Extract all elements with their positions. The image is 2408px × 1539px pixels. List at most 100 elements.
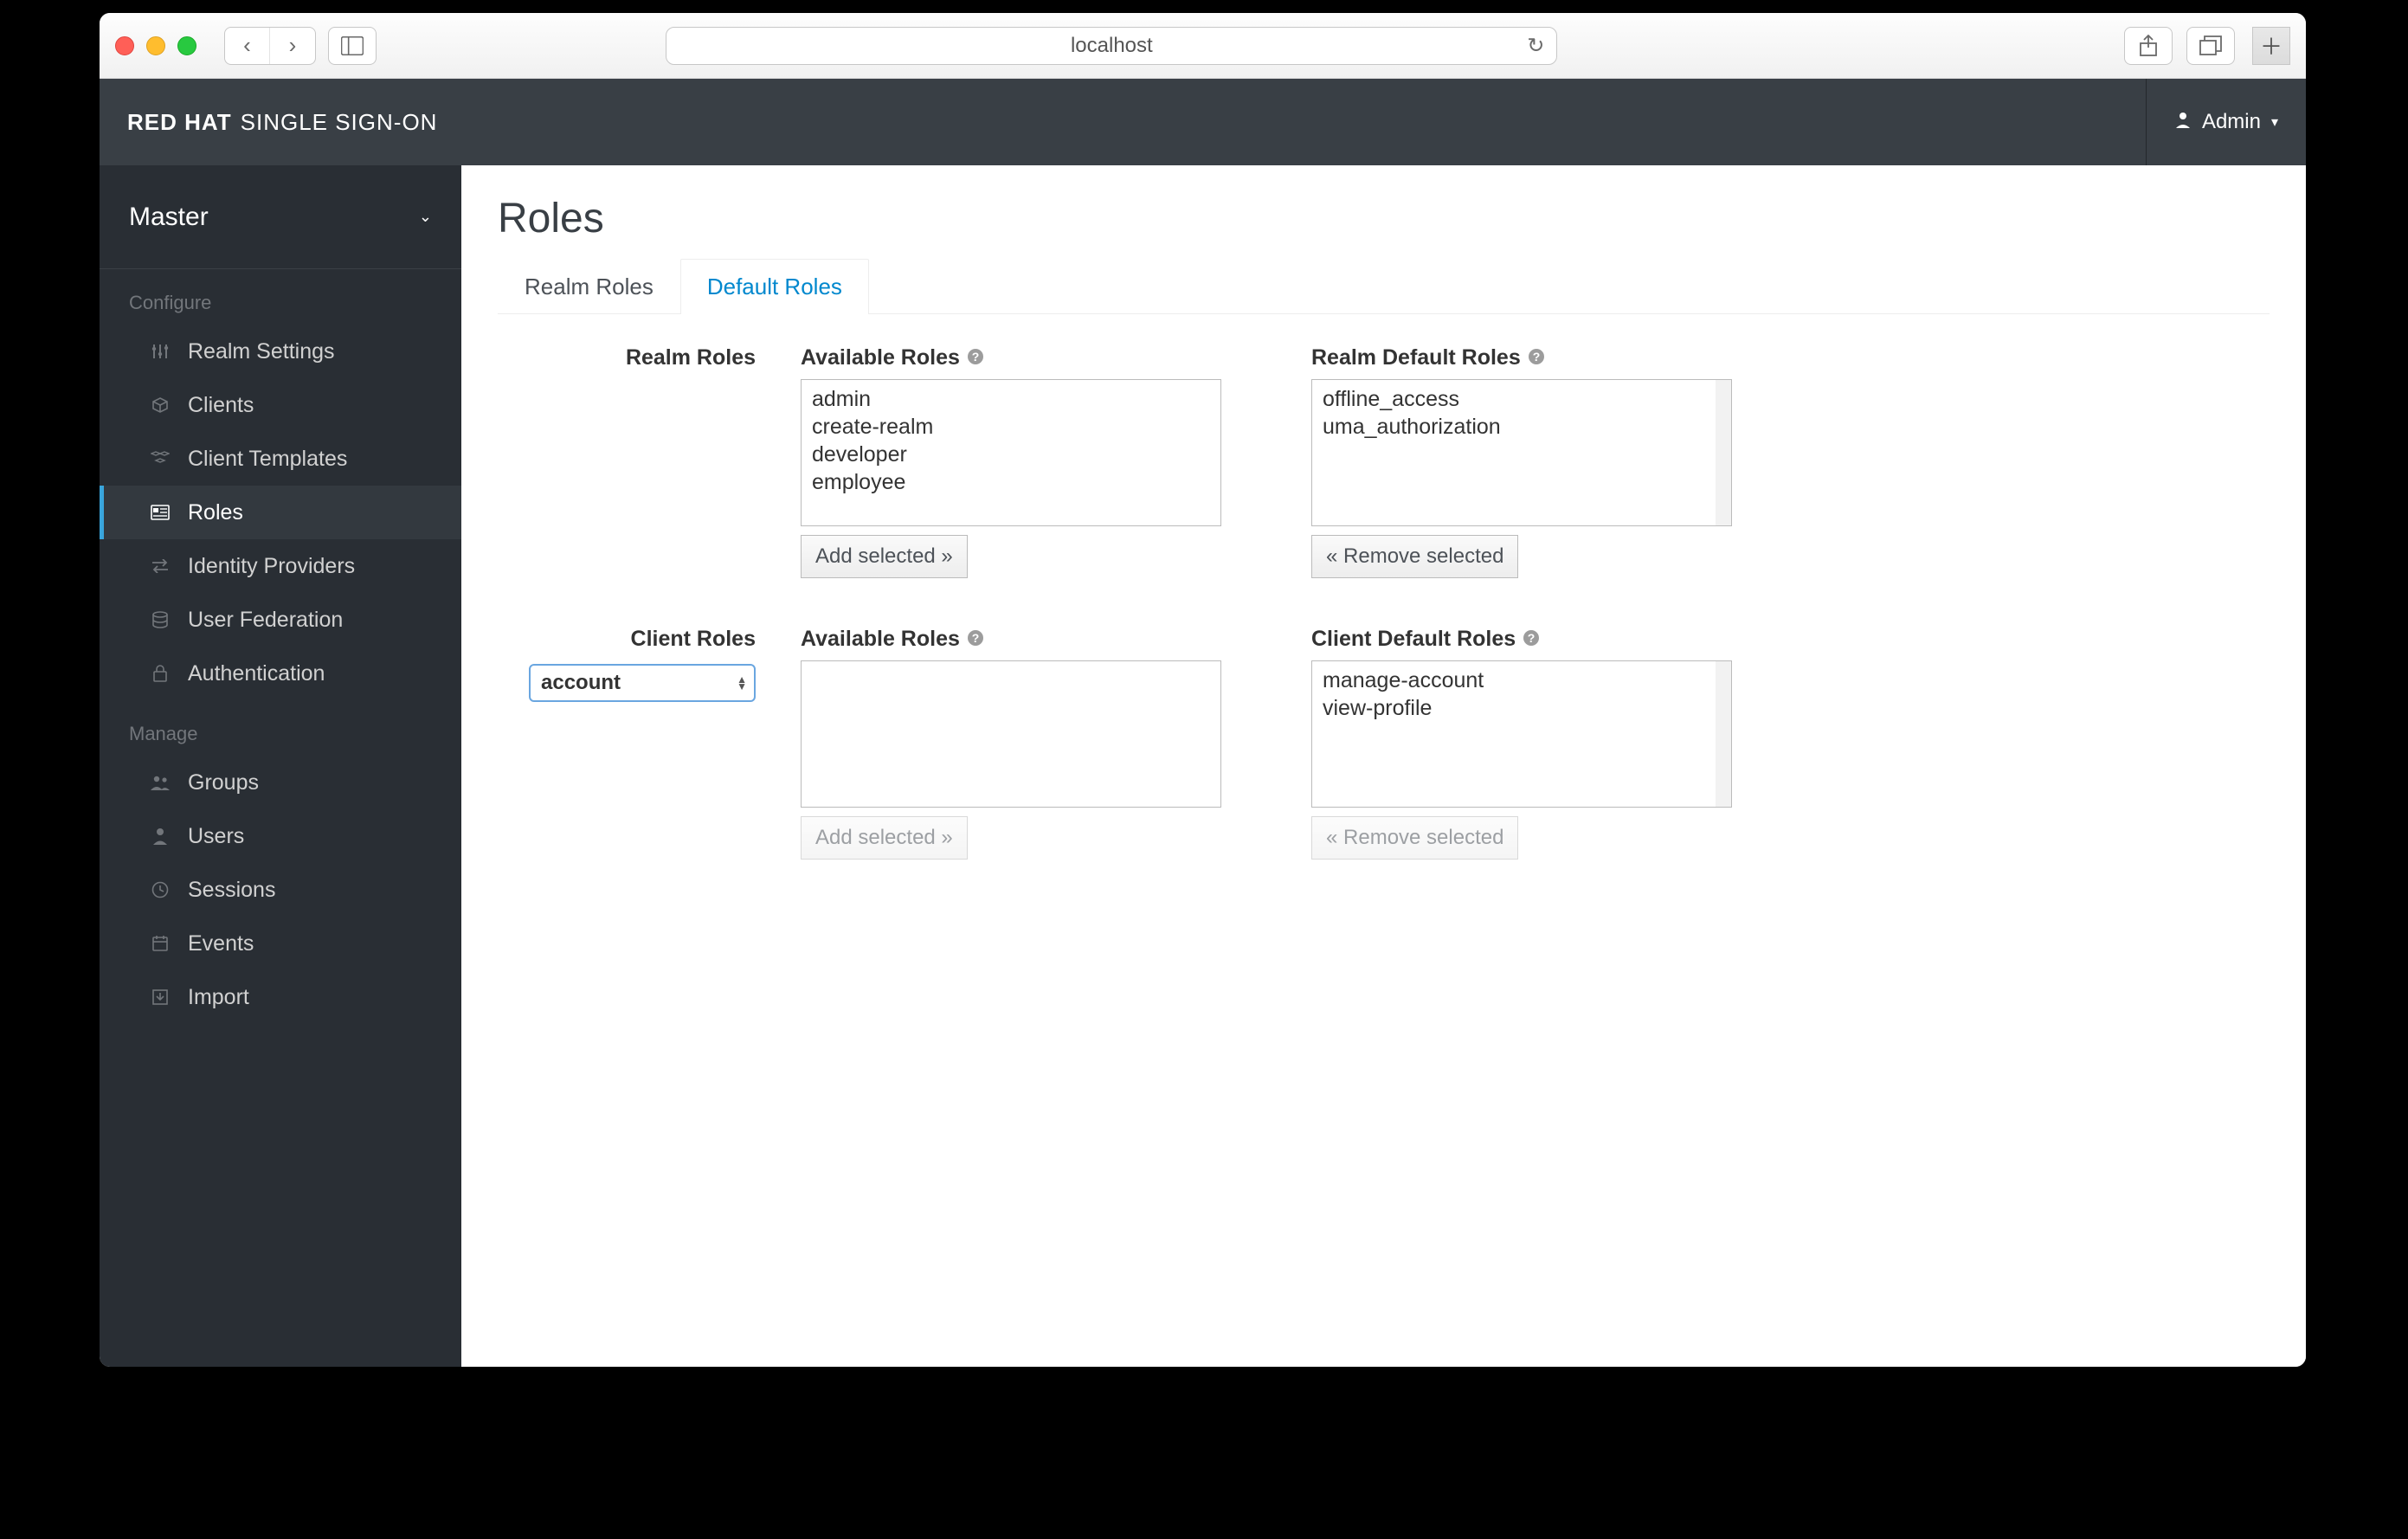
sidebar-item-user-federation[interactable]: User Federation <box>100 593 461 647</box>
section-label-manage: Manage <box>100 700 461 756</box>
user-name: Admin <box>2202 110 2261 134</box>
minimize-window-icon[interactable] <box>146 36 165 55</box>
sidebar-item-identity-providers[interactable]: Identity Providers <box>100 539 461 593</box>
scrollbar[interactable] <box>1716 380 1731 525</box>
client-select[interactable]: account ▲▼ <box>529 664 756 702</box>
tabs-icon <box>2199 35 2222 56</box>
url-text: localhost <box>1071 34 1153 58</box>
window-controls <box>115 36 196 55</box>
svg-text:?: ? <box>972 631 980 645</box>
sidebar-item-label: Sessions <box>188 878 275 903</box>
user-menu[interactable]: Admin ▾ <box>2146 79 2278 165</box>
id-card-icon <box>150 505 171 520</box>
sidebar-item-groups[interactable]: Groups <box>100 756 461 809</box>
lock-icon <box>150 665 171 682</box>
sidebar-item-authentication[interactable]: Authentication <box>100 647 461 700</box>
page-title: Roles <box>498 195 2270 242</box>
user-icon <box>150 827 171 845</box>
sidebar: Master ⌄ Configure Realm Settings Client… <box>100 165 461 1367</box>
cube-icon <box>150 396 171 414</box>
list-option[interactable]: offline_access <box>1323 385 1721 413</box>
default-roles-form: Realm Roles Available Roles ? admincreat… <box>498 345 2270 860</box>
sidebar-item-roles[interactable]: Roles <box>100 486 461 539</box>
forward-button[interactable]: › <box>270 28 315 64</box>
help-icon[interactable]: ? <box>967 348 984 369</box>
svg-text:?: ? <box>1528 631 1536 645</box>
sidebar-toggle-button[interactable] <box>328 27 377 65</box>
sidebar-item-clients[interactable]: Clients <box>100 378 461 432</box>
client-roles-label-block: Client Roles account ▲▼ <box>498 627 801 860</box>
tab-realm-roles[interactable]: Realm Roles <box>498 259 680 314</box>
list-option[interactable]: create-realm <box>812 413 1210 441</box>
realm-assigned-label: Realm Default Roles ? <box>1311 345 1732 370</box>
help-icon[interactable]: ? <box>1523 629 1540 650</box>
brand-rest: SINGLE SIGN-ON <box>241 109 438 136</box>
realm-assigned-col: Realm Default Roles ? offline_accessuma_… <box>1311 345 1732 578</box>
add-selected-button[interactable]: Add selected » <box>801 535 968 578</box>
sidebar-item-realm-settings[interactable]: Realm Settings <box>100 325 461 378</box>
add-selected-button[interactable]: Add selected » <box>801 816 968 860</box>
realm-selector[interactable]: Master ⌄ <box>100 165 461 269</box>
help-icon[interactable]: ? <box>1528 348 1545 369</box>
sidebar-item-import[interactable]: Import <box>100 970 461 1024</box>
list-option[interactable]: uma_authorization <box>1323 413 1721 441</box>
url-bar[interactable]: localhost ↻ <box>666 27 1557 65</box>
tabs-button[interactable] <box>2186 27 2235 65</box>
new-tab-button[interactable]: ＋ <box>2252 27 2290 65</box>
client-roles-body: Available Roles ? Add selected » Client … <box>801 627 2270 860</box>
sidebar-item-client-templates[interactable]: Client Templates <box>100 432 461 486</box>
sidebar-item-label: Clients <box>188 393 254 418</box>
sidebar-item-sessions[interactable]: Sessions <box>100 863 461 917</box>
client-select-value: account <box>541 671 621 695</box>
brand-bold: RED HAT <box>127 109 232 136</box>
sidebar-item-users[interactable]: Users <box>100 809 461 863</box>
list-option[interactable]: employee <box>812 468 1210 496</box>
realm-available-listbox[interactable]: admincreate-realmdeveloperemployee <box>801 379 1221 526</box>
section-label-configure: Configure <box>100 269 461 325</box>
list-option[interactable]: manage-account <box>1323 666 1721 694</box>
main-content: Roles Realm Roles Default Roles Realm Ro… <box>461 165 2306 1367</box>
tabs: Realm Roles Default Roles <box>498 258 2270 314</box>
client-assigned-label: Client Default Roles ? <box>1311 627 1732 652</box>
list-option[interactable]: admin <box>812 385 1210 413</box>
chevron-down-icon: ⌄ <box>419 208 432 226</box>
refresh-icon[interactable]: ↻ <box>1527 33 1544 58</box>
list-option[interactable]: developer <box>812 441 1210 468</box>
realm-available-col: Available Roles ? admincreate-realmdevel… <box>801 345 1221 578</box>
maximize-window-icon[interactable] <box>177 36 196 55</box>
sidebar-item-label: Realm Settings <box>188 339 335 364</box>
sidebar-item-label: Groups <box>188 770 259 795</box>
brand-logo[interactable]: RED HAT SINGLE SIGN-ON <box>127 109 437 136</box>
remove-selected-button[interactable]: « Remove selected <box>1311 816 1518 860</box>
select-arrows-icon: ▲▼ <box>737 676 747 690</box>
remove-selected-button[interactable]: « Remove selected <box>1311 535 1518 578</box>
client-roles-label: Client Roles <box>631 627 756 652</box>
sidebar-item-label: Events <box>188 931 254 956</box>
users-icon <box>150 775 171 790</box>
realm-available-label: Available Roles ? <box>801 345 1221 370</box>
close-window-icon[interactable] <box>115 36 134 55</box>
client-available-col: Available Roles ? Add selected » <box>801 627 1221 860</box>
help-icon[interactable]: ? <box>967 629 984 650</box>
sidebar-item-label: Identity Providers <box>188 554 355 579</box>
user-icon <box>2174 111 2192 133</box>
tab-default-roles[interactable]: Default Roles <box>680 259 869 314</box>
clock-icon <box>150 881 171 898</box>
client-assigned-listbox[interactable]: manage-accountview-profile <box>1311 660 1732 808</box>
share-button[interactable] <box>2124 27 2173 65</box>
client-assigned-col: Client Default Roles ? manage-accountvie… <box>1311 627 1732 860</box>
sidebar-item-events[interactable]: Events <box>100 917 461 970</box>
back-button[interactable]: ‹ <box>225 28 270 64</box>
realm-assigned-listbox[interactable]: offline_accessuma_authorization <box>1311 379 1732 526</box>
chevron-down-icon: ▾ <box>2271 113 2278 131</box>
app-body: Master ⌄ Configure Realm Settings Client… <box>100 165 2306 1367</box>
sidebar-item-label: User Federation <box>188 608 343 633</box>
nav-buttons: ‹ › <box>224 27 316 65</box>
realm-roles-body: Available Roles ? admincreate-realmdevel… <box>801 345 2270 578</box>
client-available-listbox[interactable] <box>801 660 1221 808</box>
list-option[interactable]: view-profile <box>1323 694 1721 722</box>
scrollbar[interactable] <box>1716 661 1731 807</box>
svg-text:?: ? <box>972 350 980 364</box>
database-icon <box>150 611 171 628</box>
browser-toolbar: ‹ › localhost ↻ <box>100 13 2306 79</box>
